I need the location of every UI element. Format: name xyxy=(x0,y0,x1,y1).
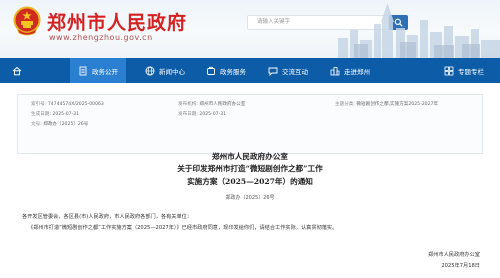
nav-label: 政务公开 xyxy=(92,67,118,76)
meta-index: 索引号: 74744574X/2025-00063 xyxy=(31,102,104,107)
document-signature: 郑州市人民政府办公室 xyxy=(428,252,480,258)
meta-created-date: 生成日期: 2025-07-31 xyxy=(31,112,80,117)
meta-publish-date: 发布日期: 2025-07-31 xyxy=(178,112,227,117)
document-title-line-2: 关于印发郑州市打造“微短剧创作之都”工作 xyxy=(177,164,323,173)
main-nav: 政务公开 新闻中心 政务服务 交流互动 走进郑州 专题专栏 xyxy=(0,58,500,83)
meta-subject: 主题分类: 微短剧创作之都,实施方案2025-2027年 xyxy=(335,102,439,107)
nav-item-zhengzhou[interactable]: 走进郑州 xyxy=(330,58,370,83)
nav-item-topics[interactable]: 专题专栏 xyxy=(444,58,484,83)
city-icon xyxy=(330,66,340,75)
site-domain: www.zhengzhou.gov.cn xyxy=(49,33,153,42)
document-salutation: 各开发区管委会，各区县(市)人民政府，市人民政府各部门，各有关单位： xyxy=(22,214,193,220)
nav-item-news[interactable]: 新闻中心 xyxy=(145,58,185,83)
news-icon xyxy=(145,66,155,75)
document-info-box: 索引号: 74744574X/2025-00063 发布机构: 郑州市人民政府办… xyxy=(17,94,483,154)
nav-label: 专题专栏 xyxy=(458,67,484,76)
site-name[interactable]: 郑州市人民政府 xyxy=(47,8,187,35)
nav-label: 政务服务 xyxy=(220,67,246,76)
document-sign-date: 2025年7月18日 xyxy=(441,263,480,269)
meta-issuer: 发布机构: 郑州市人民政府办公室 xyxy=(178,102,246,107)
document-title-line-3: 实施方案（2025—2027年）的通知 xyxy=(187,177,313,186)
nav-item-interaction[interactable]: 交流互动 xyxy=(268,58,308,83)
service-icon xyxy=(207,66,215,75)
document-title-line-1: 郑州市人民政府办公室 xyxy=(212,152,288,161)
national-emblem-icon xyxy=(13,6,41,36)
site-banner: 郑州市人民政府 www.zhengzhou.gov.cn 请输入关键字 xyxy=(0,0,500,58)
city-skyline-image xyxy=(338,3,500,58)
nav-label: 新闻中心 xyxy=(159,67,185,76)
meta-doc-number: 文号: 郑政办〔2025〕26号 xyxy=(31,122,89,127)
nav-label: 交流互动 xyxy=(282,67,308,76)
nav-label: 走进郑州 xyxy=(344,67,370,76)
document-number: 郑政办〔2025〕26号 xyxy=(225,195,275,201)
document-icon xyxy=(79,66,87,75)
home-icon xyxy=(12,66,22,75)
document-body-paragraph: 《郑州市打造“微短剧创作之都”工作实施方案（2025—2027年）》已经市政府同… xyxy=(28,225,338,231)
topic-icon xyxy=(444,66,454,75)
nav-item-gov-open[interactable]: 政务公开 xyxy=(70,58,126,83)
nav-item-gov-service[interactable]: 政务服务 xyxy=(206,58,246,83)
nav-home[interactable] xyxy=(12,58,22,83)
chat-icon xyxy=(268,67,278,76)
